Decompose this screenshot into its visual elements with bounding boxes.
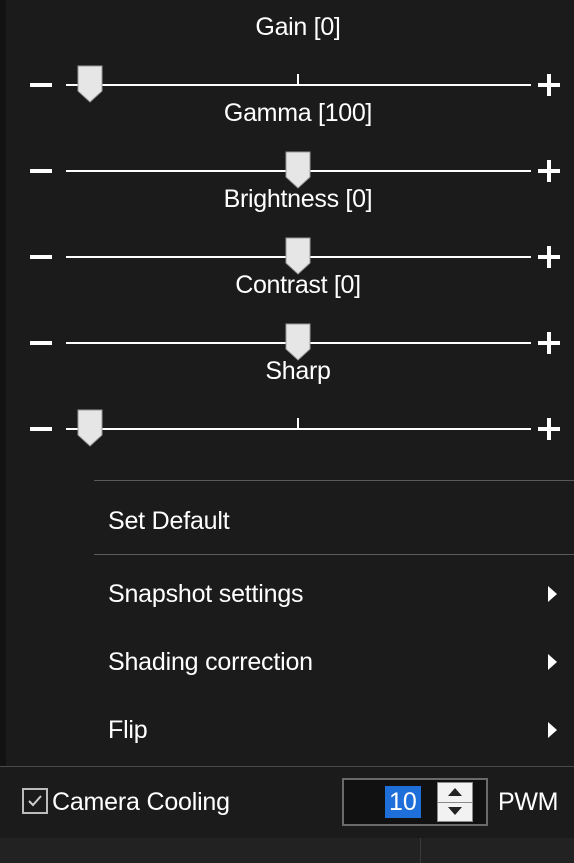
brightness-decrease-button[interactable] (30, 255, 52, 259)
gain-decrease-button[interactable] (30, 83, 52, 87)
contrast-label: Contrast [0] (235, 271, 361, 299)
cooling-bar-separator (0, 766, 574, 767)
menu-separator-middle (94, 554, 574, 555)
camera-settings-panel: Gain [0] Gamma [100] Brightness [0] Cont… (0, 0, 574, 863)
bottom-divider (420, 838, 421, 863)
menu-item-label: Snapshot settings (108, 580, 304, 608)
gamma-label: Gamma [100] (223, 99, 373, 127)
sharp-increase-button[interactable] (538, 418, 560, 440)
sharp-label: Sharp (265, 357, 331, 385)
menu-item-shading-correction[interactable]: Shading correction (0, 629, 574, 695)
bottom-strip (0, 838, 574, 863)
cooling-spin-buttons (437, 782, 473, 822)
checkmark-icon (28, 795, 42, 807)
contrast-increase-button[interactable] (538, 332, 560, 354)
brightness-slider-row: Brightness [0] (0, 182, 574, 275)
brightness-label: Brightness [0] (223, 185, 373, 213)
spin-up-button[interactable] (438, 783, 472, 803)
brightness-increase-button[interactable] (538, 246, 560, 268)
menu-item-label: Set Default (108, 507, 230, 535)
contrast-decrease-button[interactable] (30, 341, 52, 345)
camera-cooling-label[interactable]: Camera Cooling (52, 782, 230, 822)
sharp-slider-row: Sharp (0, 354, 574, 447)
gain-label: Gain [0] (255, 13, 341, 41)
menu-item-label: Flip (108, 716, 148, 744)
gamma-decrease-button[interactable] (30, 169, 52, 173)
menu-item-snapshot-settings[interactable]: Snapshot settings (0, 561, 574, 627)
menu-item-set-default[interactable]: Set Default (0, 488, 574, 554)
gain-slider-center-tick (297, 74, 299, 86)
gain-increase-button[interactable] (538, 74, 560, 96)
gamma-slider-row: Gamma [100] (0, 96, 574, 189)
sharp-slider-thumb[interactable] (77, 409, 103, 447)
contrast-slider-row: Contrast [0] (0, 268, 574, 361)
menu-item-flip[interactable]: Flip (0, 697, 574, 763)
cooling-value-input[interactable]: 10 (385, 786, 421, 818)
sharp-decrease-button[interactable] (30, 427, 52, 431)
gain-slider-row: Gain [0] (0, 10, 574, 103)
camera-cooling-checkbox[interactable] (22, 788, 48, 814)
chevron-right-icon (548, 586, 557, 602)
sharp-slider-center-tick (297, 418, 299, 430)
pwm-unit-label: PWM (498, 788, 559, 816)
menu-separator-top (94, 480, 574, 481)
chevron-right-icon (548, 722, 557, 738)
menu-item-label: Shading correction (108, 648, 313, 676)
spin-down-button[interactable] (438, 802, 472, 821)
gamma-increase-button[interactable] (538, 160, 560, 182)
chevron-right-icon (548, 654, 557, 670)
